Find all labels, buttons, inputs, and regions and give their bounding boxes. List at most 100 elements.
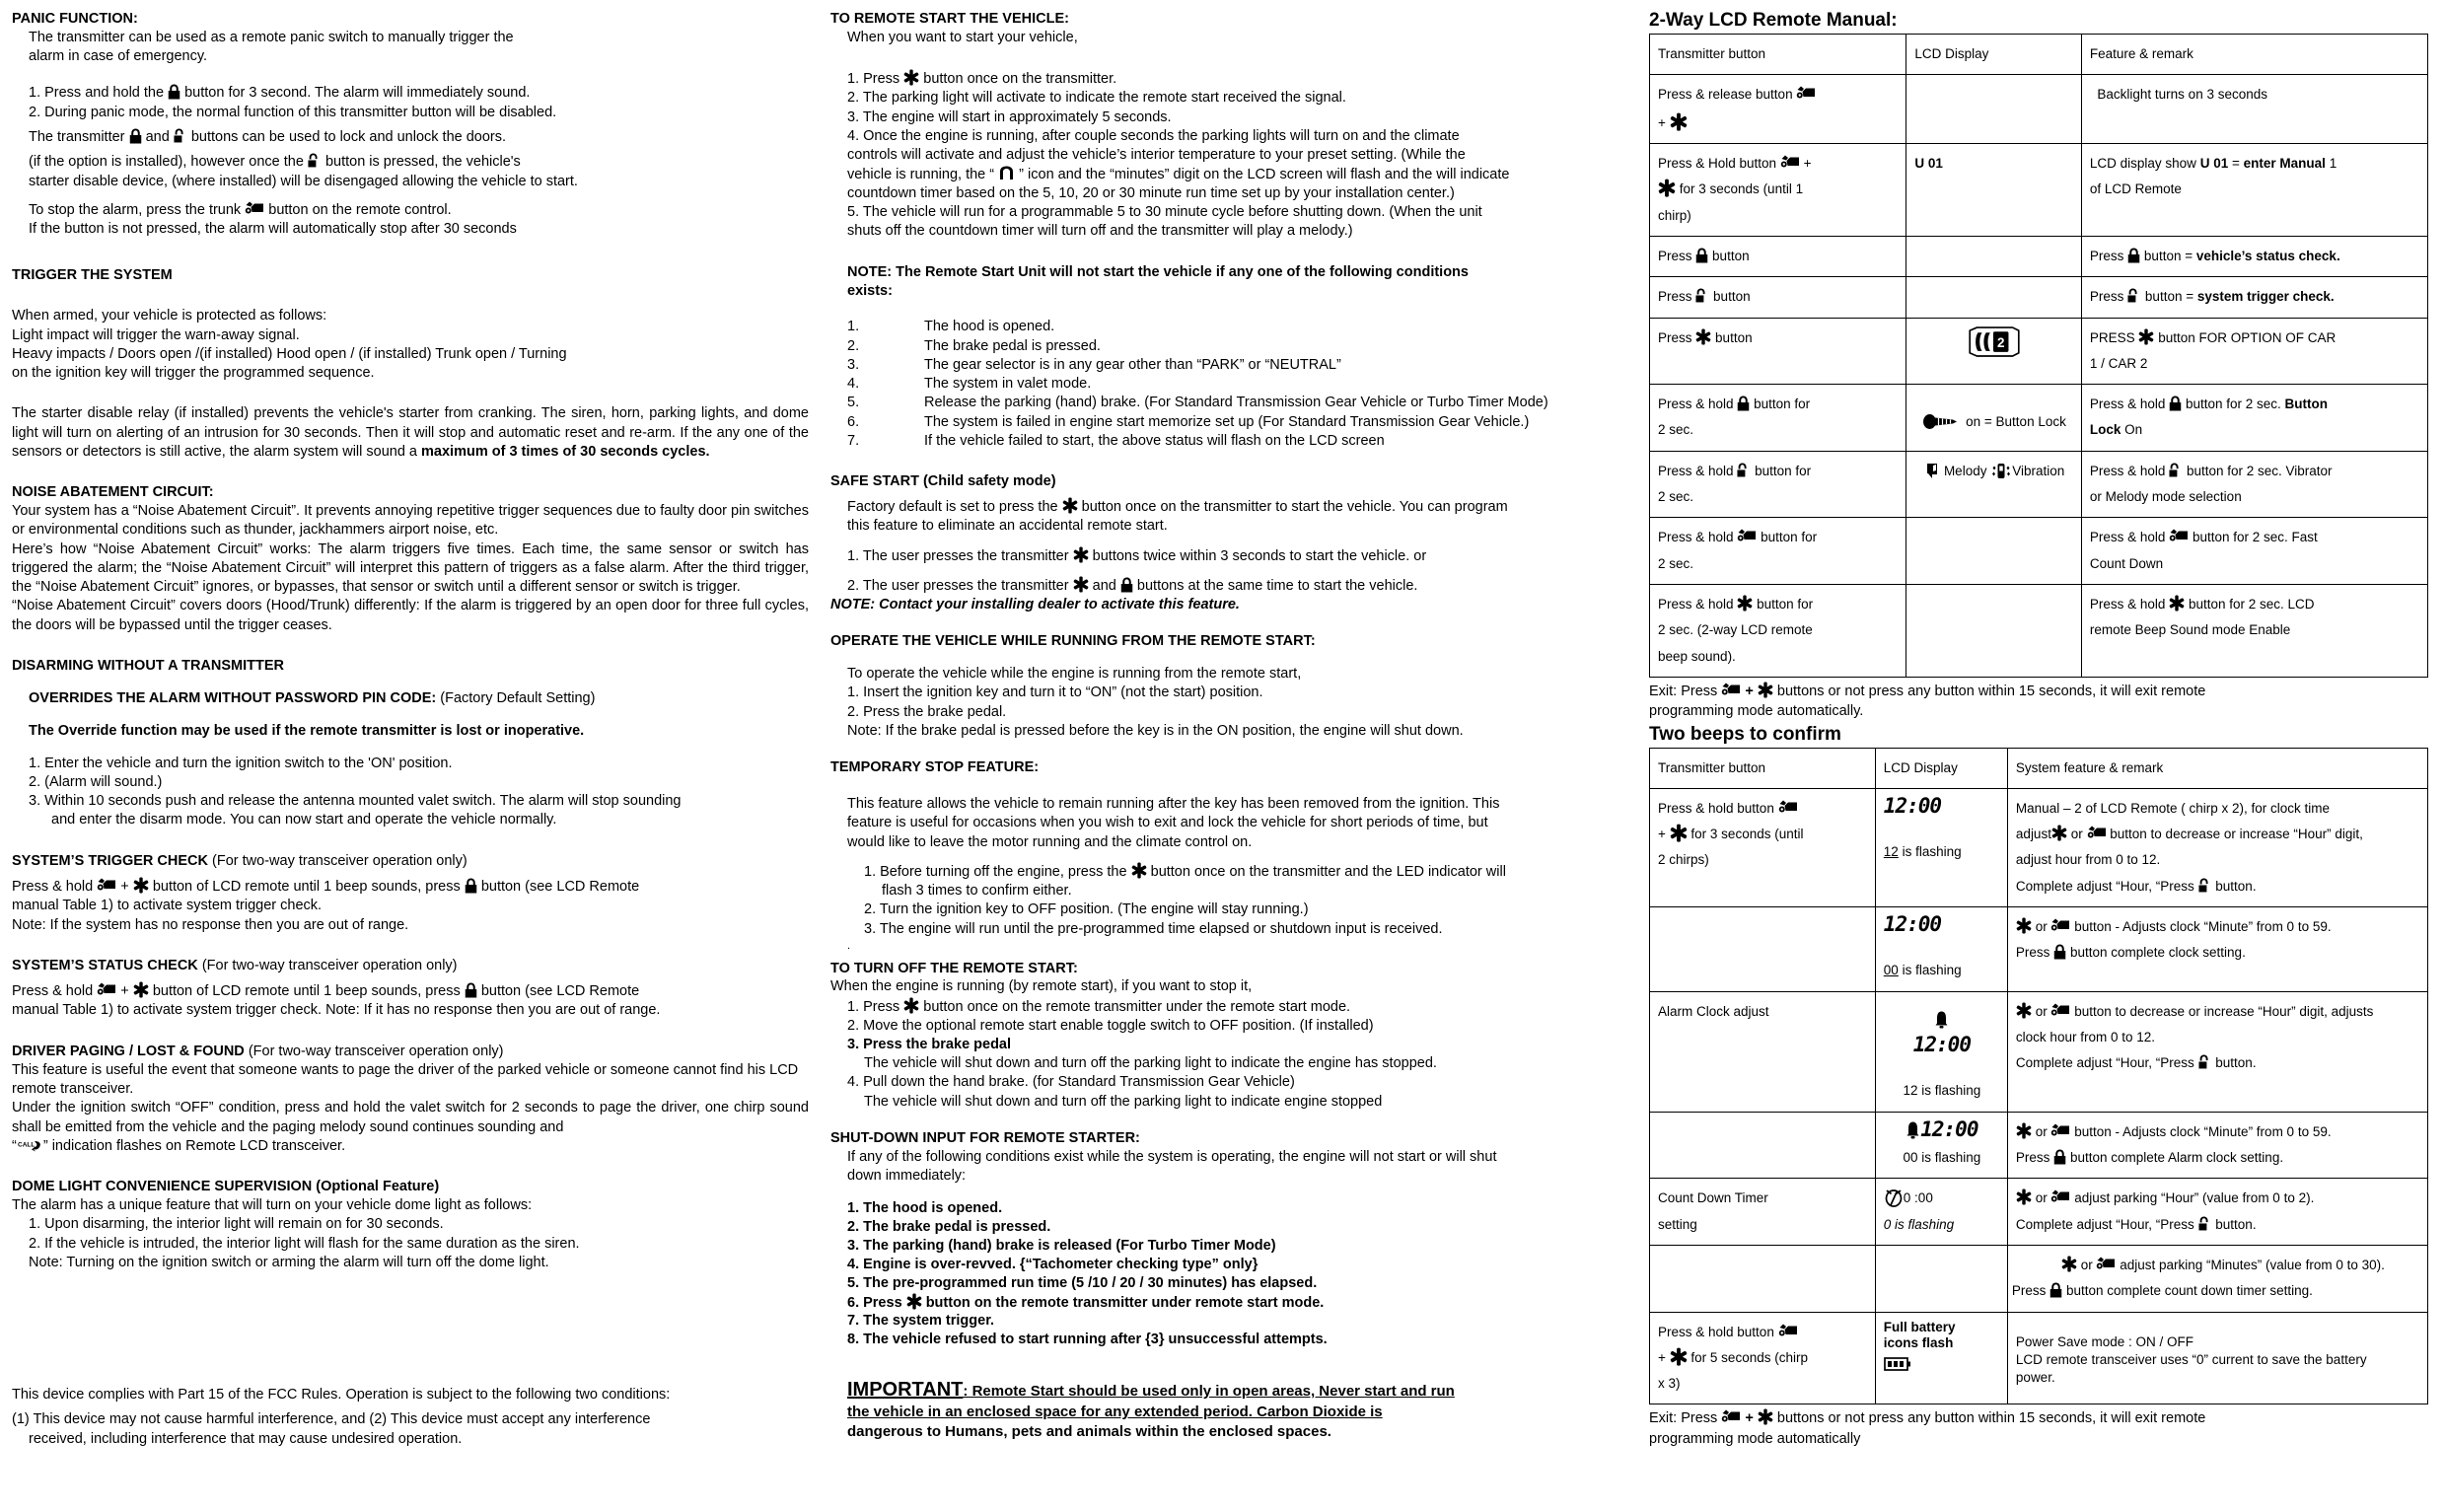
cell-text: button for: [1754, 396, 1811, 412]
cell-text: or: [2035, 1123, 2048, 1139]
cell-text: Press & hold: [2089, 530, 2166, 545]
cell-text: Press & release button: [1658, 87, 1793, 103]
alarm-bell-icon: [1934, 1010, 1949, 1032]
cell-bold: system trigger check.: [2196, 289, 2335, 305]
cell-text: Count Down: [2089, 555, 2164, 571]
cell-text: Complete adjust “Hour, “Press: [2015, 1055, 2194, 1071]
cell-lcd-display: [1906, 74, 2082, 144]
exit-text-d: programming mode automatically: [1649, 1430, 1861, 1447]
trunk-icon: [2096, 1257, 2116, 1271]
lcd-label: on = Button Lock: [1966, 414, 2066, 430]
paging-paragraph-2: Under the ignition switch “OFF” conditio…: [12, 1100, 809, 1135]
rs-step4e: countdown timer based on the 5, 10, 20 o…: [847, 184, 1455, 201]
star-button-icon: [2169, 595, 2185, 612]
manual-page: PANIC FUNCTION: The transmitter can be u…: [0, 0, 2445, 1512]
cell-text: or: [2035, 1190, 2048, 1206]
cell-text: Press: [2089, 289, 2124, 305]
panic-lockline-b2: button is pressed, the vehicle's: [324, 154, 521, 171]
table1-exit-note: Exit: Press + buttons or not press any b…: [1649, 682, 2428, 722]
operate-heading: OPERATE THE VEHICLE WHILE RUNNING FROM T…: [830, 633, 1316, 650]
cell-text: Press & hold: [1658, 463, 1734, 478]
table-row: Press & hold button + for 3 seconds (unt…: [1649, 787, 2429, 908]
important-line-2: the vehicle in an enclosed space for any…: [847, 1404, 1383, 1421]
cell-text: Count Down Timer: [1658, 1190, 1768, 1206]
cell-bold: enter Manual: [2243, 155, 2326, 171]
cell-text: Complete adjust “Hour, “Press: [2015, 1216, 2194, 1232]
cell-feature-remark: or button - Adjusts clock “Minute” from …: [2006, 906, 2429, 992]
driver-paging-title: DRIVER PAGING / LOST & FOUND: [12, 1043, 245, 1059]
trigger-check-l1a: Press & hold: [12, 878, 94, 895]
system-trigger-check-title: SYSTEM’S TRIGGER CHECK: [12, 852, 208, 869]
cell-feature-remark: or adjust parking “Hour” (value from 0 t…: [2006, 1178, 2429, 1246]
temp-stop-s2: 2. Turn the ignition key to OFF position…: [864, 901, 1309, 918]
cell-bold: vehicle’s status check.: [2195, 248, 2340, 263]
safe-start-s2c: buttons at the same time to start the ve…: [1136, 578, 1418, 594]
lock-icon: [2053, 944, 2066, 960]
trunk-icon: [1796, 86, 1816, 101]
cell-text: adjust: [2015, 827, 2051, 842]
disarm-step-2: 2. (Alarm will sound.): [29, 773, 163, 790]
condition-text: The gear selector is in any gear other t…: [924, 356, 1341, 373]
cell-feature-remark: Press & hold button for 2 sec. Vibrator …: [2080, 450, 2429, 519]
cell-text: Press & hold: [2089, 463, 2166, 478]
driver-paging-heading: DRIVER PAGING / LOST & FOUND (For two-wa…: [12, 1043, 809, 1061]
cell-text: button for 2 sec. Vibrator: [2186, 463, 2333, 478]
cell-feature-remark: Press button = system trigger check.: [2080, 276, 2429, 319]
trigger-system-heading: TRIGGER THE SYSTEM: [12, 267, 173, 284]
safe-start-s2b: and: [1092, 578, 1116, 594]
lcd-label-1: Full battery: [1883, 1319, 1956, 1334]
safe-start-p1a: Factory default is set to press the: [847, 499, 1058, 516]
cell-transmitter-button: Press & Hold button + for 3 seconds (unt…: [1648, 142, 1907, 237]
lcd-label-2: icons flash: [1883, 1335, 1954, 1351]
countdown-clock-icon: [1884, 1188, 1904, 1207]
star-button-icon: [2016, 1188, 2032, 1205]
cell-text: Press: [2015, 945, 2050, 961]
table-row: Press button Press button = vehicle’s st…: [1648, 235, 2429, 278]
shutdown-item-5: 5. The pre-programmed run time (5 /10 / …: [847, 1274, 1318, 1291]
trunk-icon: [1737, 529, 1757, 543]
lock-icon: [2053, 1149, 2066, 1165]
col-header-system-feature-remark: System feature & remark: [2006, 747, 2429, 789]
cell-text: 2 chirps): [1658, 852, 1709, 868]
cell-transmitter-button: [1649, 906, 1876, 992]
temp-stop-p1c: would like to leave the motor running an…: [847, 833, 1253, 850]
note-conditions-heading-2: exists:: [847, 282, 893, 299]
star-button-icon: [1670, 112, 1688, 131]
lcd-flash-value: 12: [1883, 844, 1899, 860]
star-button-icon: [2016, 1002, 2032, 1019]
lcd-flash-label: is flashing: [1898, 844, 1962, 860]
cell-text: Press & hold: [1658, 530, 1734, 545]
lock-icon: [1120, 577, 1133, 593]
condition-item: 7. If the vehicle failed to start, the ab…: [847, 432, 1627, 451]
cell-lcd-display: 12:00 12 is flashing: [1874, 990, 2008, 1113]
status-check-l2a: manual Table 1) to activate system trigg…: [12, 1002, 323, 1019]
panic-step2: 2. During panic mode, the normal functio…: [29, 104, 557, 120]
panic-trunk-text-3: If the button is not pressed, the alarm …: [29, 221, 517, 238]
cell-text: Press: [1658, 289, 1692, 305]
cell-text: button complete clock setting.: [2069, 945, 2246, 961]
exit-plus: +: [1745, 1410, 1754, 1427]
lcd-flash-label: is flashing: [1898, 963, 1962, 978]
panic-intro-line1: The transmitter can be used as a remote …: [29, 29, 514, 45]
star-button-icon: [1758, 1408, 1773, 1425]
trunk-icon: [2050, 918, 2070, 933]
star-button-icon: [1073, 576, 1089, 593]
left-column: PANIC FUNCTION: The transmitter can be u…: [12, 10, 830, 1502]
cell-text: Complete adjust “Hour, “Press: [2015, 878, 2194, 894]
trigger-check-l1d: button (see LCD Remote: [480, 878, 640, 895]
shutdown-item-3: 3. The parking (hand) brake is released …: [847, 1238, 1276, 1254]
shutdown-heading: SHUT-DOWN INPUT FOR REMOTE STARTER:: [830, 1129, 1140, 1146]
lock-icon: [2049, 1282, 2062, 1298]
cell-text: for 3 seconds (until 1: [1679, 181, 1804, 197]
cell-transmitter-button: Press & hold button for 2 sec.: [1648, 450, 1907, 519]
cell-text: PRESS: [2089, 329, 2135, 345]
table-row: Press & hold button for 2 sec. (2-way LC…: [1648, 584, 2429, 678]
cell-text: LCD display show: [2089, 155, 2196, 171]
cell-text: Press & hold: [2089, 597, 2166, 612]
lock-icon: [2169, 396, 2182, 411]
status-check-l1d: button (see LCD Remote: [480, 983, 640, 1000]
table-row: Alarm Clock adjust 12:00 12 is flashing …: [1649, 990, 2429, 1113]
cell-text: beep sound).: [1658, 648, 1736, 664]
cell-text: for 5 seconds (chirp: [1690, 1349, 1808, 1365]
system-trigger-check-heading: SYSTEM’S TRIGGER CHECK (For two-way tran…: [12, 852, 809, 871]
